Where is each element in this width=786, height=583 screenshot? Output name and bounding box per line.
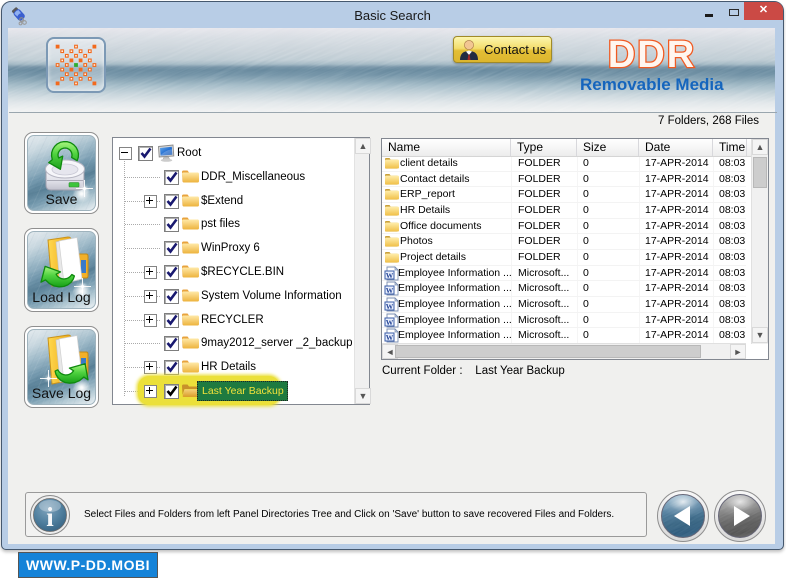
svg-text:W: W	[386, 318, 394, 327]
svg-text:W: W	[386, 333, 394, 342]
svg-text:DDR: DDR	[608, 34, 696, 76]
svg-text:W: W	[386, 271, 394, 280]
svg-text:W: W	[386, 302, 394, 311]
svg-text:i: i	[46, 502, 54, 532]
svg-text:W: W	[386, 286, 394, 295]
